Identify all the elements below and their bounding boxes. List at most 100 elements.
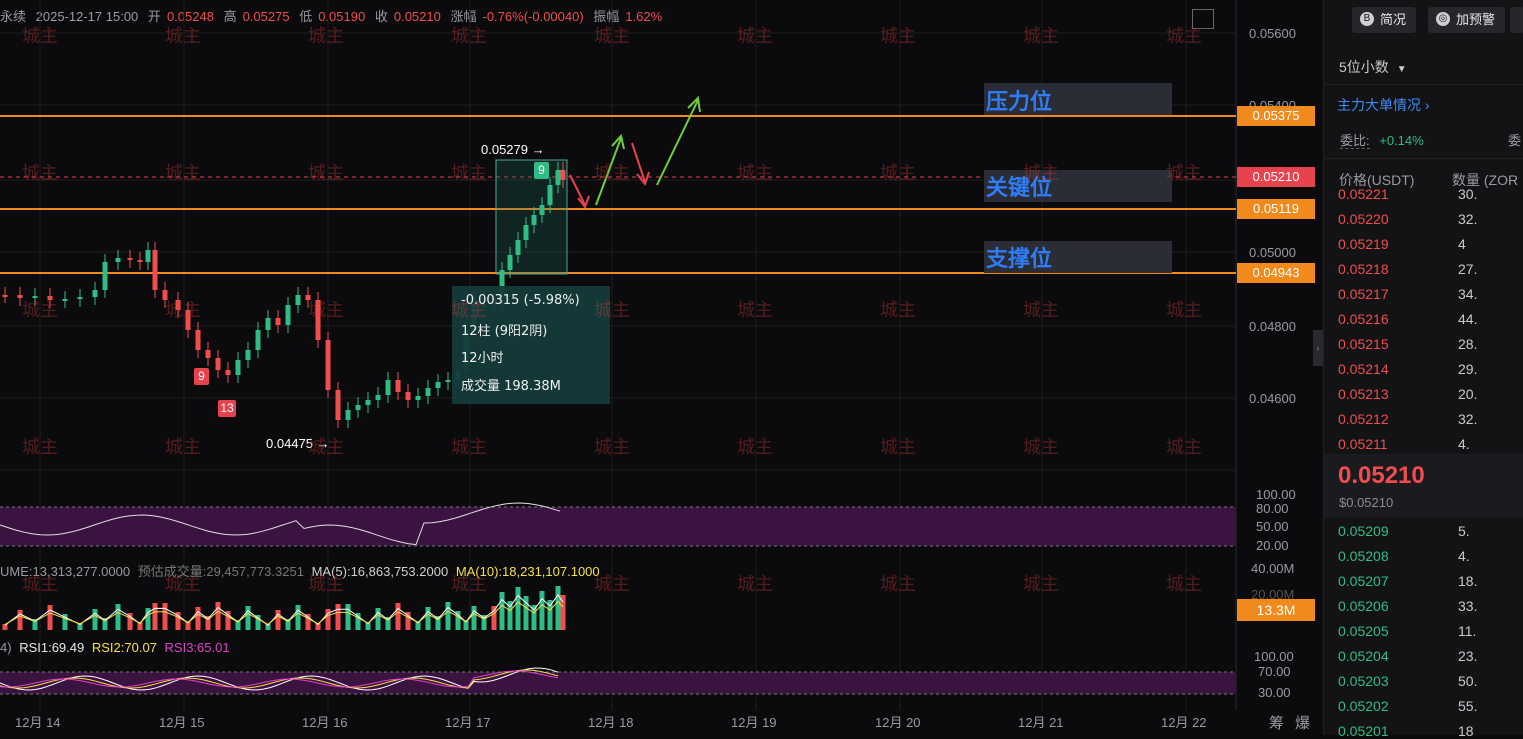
candle-body <box>32 296 38 298</box>
volume-estimate: 预估成交量:29,457,773.3251 <box>137 564 304 579</box>
indicator-axis-label: 80.00 <box>1256 501 1289 516</box>
candle-body <box>345 410 351 420</box>
ask-qty: 32. <box>1458 211 1478 227</box>
candle-body <box>137 260 143 262</box>
ask-qty: 44. <box>1458 311 1478 327</box>
key-level-label: 关键位 <box>986 175 1053 200</box>
candle-body <box>355 405 361 410</box>
bid-qty: 55. <box>1458 698 1478 714</box>
candle-body <box>102 262 108 290</box>
forecast-arrows <box>569 95 701 210</box>
candle-body <box>255 330 261 350</box>
candle-body <box>365 400 371 405</box>
chart-area[interactable]: 永续 2025-12-17 15:00 开 0.05248 高 0.05275 低0… <box>0 0 1323 735</box>
rsi2-value: RSI2:70.07 <box>91 640 157 655</box>
candle-body <box>425 388 431 396</box>
indicator-axis-label: 100.00 <box>1256 487 1296 502</box>
date-label: 12月 17 <box>445 715 491 730</box>
volume-bar <box>335 604 341 630</box>
candle-body <box>531 215 537 225</box>
indicator-axis-label: 20.00 <box>1256 538 1289 553</box>
volume-bar <box>215 602 221 630</box>
pressure-level-label: 压力位 <box>986 89 1053 114</box>
volume-tag: 13.3M <box>1237 599 1315 621</box>
divider <box>1324 158 1523 159</box>
ask-price: 0.05221 <box>1338 186 1389 202</box>
td-count-badge: 9 <box>534 162 549 179</box>
candle-body <box>523 225 529 240</box>
td-count-badge: 9 <box>194 368 209 385</box>
collapse-panel-handle[interactable]: › <box>1313 330 1323 366</box>
ask-price: 0.05218 <box>1338 261 1389 277</box>
ask-price: 0.05212 <box>1338 411 1389 427</box>
ask-qty: 20. <box>1458 386 1478 402</box>
volume-bar <box>395 603 401 630</box>
rsi-band <box>0 672 1236 694</box>
candle-body <box>555 170 561 185</box>
arrow-up-1 <box>595 137 622 206</box>
ask-qty: 34. <box>1458 286 1478 302</box>
volume-bar <box>499 592 505 630</box>
ask-price: 0.05211 <box>1338 436 1388 452</box>
bid-price: 0.05202 <box>1338 698 1389 714</box>
rsi-axis-label: 70.00 <box>1258 664 1291 679</box>
big-orders-link[interactable]: 主力大单情况 › <box>1337 95 1430 115</box>
ratio-label: 委比: <box>1340 133 1370 149</box>
date-label: 12月 14 <box>15 715 61 730</box>
candle-body <box>335 390 341 420</box>
ask-qty: 32. <box>1458 411 1478 427</box>
alert-icon: ◎ <box>1436 12 1450 26</box>
bid-qty: 18 <box>1458 723 1474 739</box>
candle-body <box>265 318 271 330</box>
ask-price: 0.05220 <box>1338 211 1389 227</box>
bid-qty: 50. <box>1458 673 1478 689</box>
date-label: 12月 18 <box>588 715 634 730</box>
chips-button[interactable]: 筹 <box>1269 712 1284 733</box>
volume-ma10: MA(10):18,231,107.1000 <box>455 564 600 579</box>
candle-body <box>395 380 401 392</box>
bid-ask-ratio: 委比: +0.14% <box>1340 130 1424 149</box>
bid-price: 0.05205 <box>1338 623 1389 639</box>
oscillator-band <box>0 507 1236 546</box>
price-axis-label: 0.04800 <box>1249 319 1296 334</box>
decimals-select[interactable]: 5位小数 ▼ <box>1339 57 1407 77</box>
bid-qty: 33. <box>1458 598 1478 614</box>
add-alert-button[interactable]: ◎ 加预警 <box>1428 7 1506 33</box>
volume-legend: UME:13,313,277.0000 预估成交量:29,457,773.325… <box>0 561 600 580</box>
low-mark-value: 0.04475 <box>266 436 313 451</box>
candle-body <box>205 350 211 358</box>
rsi-legend: 4) RSI1:69.49 RSI2:70.07 RSI3:65.01 <box>0 640 230 655</box>
pressure-price-tag: 0.05375 <box>1237 106 1315 126</box>
volume-bar <box>555 586 561 630</box>
volume-bar <box>115 604 121 630</box>
candle-body <box>315 300 321 340</box>
td-count-badge: 13 <box>218 400 236 417</box>
volume-bar <box>295 605 301 630</box>
last-price-usd: $0.05210 <box>1339 495 1394 510</box>
ratio-label-secondary: 委 <box>1508 133 1522 148</box>
volume-current: UME:13,313,277.0000 <box>0 564 131 579</box>
ask-price: 0.05214 <box>1338 361 1389 377</box>
volume-bar <box>47 605 53 630</box>
current-price-tag: 0.05210 <box>1237 167 1315 187</box>
big-orders-label: 主力大单情况 <box>1337 97 1421 113</box>
date-label: 12月 22 <box>1161 715 1207 730</box>
bid-price: 0.05207 <box>1338 573 1389 589</box>
bid-price: 0.05201 <box>1338 723 1389 739</box>
candle-body <box>305 295 311 300</box>
measure-duration: 12小时 <box>461 351 504 366</box>
candle-body <box>195 330 201 350</box>
key-price-tag: 0.05119 <box>1237 199 1315 219</box>
high-mark-value: 0.05279 <box>481 142 528 157</box>
support-level-label: 支撑位 <box>986 246 1053 271</box>
more-button[interactable] <box>1510 7 1523 33</box>
rsi3-value: RSI3:65.01 <box>164 640 230 655</box>
price-axis-label: 0.05000 <box>1249 245 1296 260</box>
volume-axis-label: 40.00M <box>1251 561 1295 576</box>
volume-bars <box>2 586 566 630</box>
volume-bar <box>375 608 381 630</box>
liquidation-button[interactable]: 爆 <box>1295 712 1310 733</box>
bid-price: 0.05204 <box>1338 648 1389 664</box>
volume-bar <box>275 610 281 630</box>
overview-button[interactable]: B 简况 <box>1352 7 1417 33</box>
